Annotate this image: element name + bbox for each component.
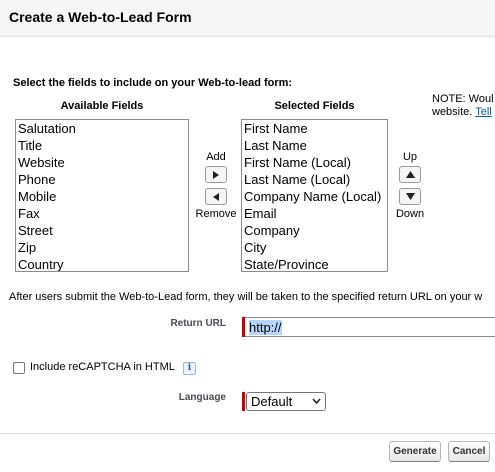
language-select[interactable]: Default (246, 392, 326, 411)
list-item[interactable]: First Name (242, 120, 387, 137)
generate-button[interactable]: Generate (389, 441, 441, 462)
list-item[interactable]: Zip (16, 239, 188, 256)
note-line-1: NOTE: Woul (432, 93, 494, 105)
list-item[interactable]: Fax (16, 205, 188, 222)
list-item[interactable]: Email (242, 205, 387, 222)
list-item[interactable]: Mobile (16, 188, 188, 205)
recaptcha-label: Include reCAPTCHA in HTML (30, 361, 175, 373)
return-url-input[interactable]: http:// (245, 317, 495, 337)
available-fields-heading: Available Fields (60, 100, 144, 112)
return-url-value: http:// (249, 320, 282, 335)
return-url-label: Return URL (170, 318, 226, 329)
add-label: Add (206, 151, 226, 163)
field-selection-instruction: Select the fields to include on your Web… (13, 77, 293, 89)
footer-divider (0, 433, 495, 434)
language-selected-value: Default (251, 394, 293, 409)
move-down-button[interactable] (399, 188, 421, 205)
selected-fields-heading: Selected Fields (274, 100, 355, 112)
arrow-left-icon (213, 192, 219, 201)
cancel-button[interactable]: Cancel (448, 441, 490, 462)
note-line-2: website. Tell (432, 106, 492, 118)
selected-fields-list[interactable]: First Name Last Name First Name (Local) Las… (241, 119, 388, 272)
required-indicator (242, 392, 245, 411)
chevron-down-icon (312, 398, 321, 404)
list-item[interactable]: Street (16, 222, 188, 239)
list-item[interactable]: Company (242, 222, 387, 239)
page-header: Create a Web-to-Lead Form (0, 0, 495, 37)
list-item[interactable]: First Name (Local) (242, 154, 387, 171)
list-item[interactable]: Website (16, 154, 188, 171)
remove-label: Remove (195, 208, 237, 220)
list-item[interactable]: Last Name (Local) (242, 171, 387, 188)
list-item[interactable]: Phone (16, 171, 188, 188)
list-item[interactable]: Country (16, 256, 188, 271)
available-fields-list[interactable]: Salutation Title Website Phone Mobile Fax Stre… (15, 119, 189, 272)
remove-button[interactable] (205, 188, 227, 205)
page-title: Create a Web-to-Lead Form (9, 9, 192, 25)
list-item[interactable]: City (242, 239, 387, 256)
list-item[interactable]: State/Province (242, 256, 387, 271)
note-text: NOTE: Woul website. Tell (432, 93, 494, 119)
list-item[interactable]: Title (16, 137, 188, 154)
list-item[interactable]: Salutation (16, 120, 188, 137)
recaptcha-checkbox[interactable] (13, 362, 25, 374)
down-label: Down (395, 208, 425, 220)
note-link[interactable]: Tell (475, 106, 492, 118)
arrow-right-icon (213, 170, 219, 179)
list-item[interactable]: Company Name (Local) (242, 188, 387, 205)
up-label: Up (402, 151, 418, 163)
move-up-button[interactable] (399, 166, 421, 183)
arrow-up-icon (405, 171, 415, 178)
info-icon[interactable]: i (183, 362, 196, 375)
add-button[interactable] (205, 166, 227, 183)
language-label: Language (178, 392, 226, 403)
return-url-description: After users submit the Web-to-Lead form,… (9, 291, 483, 303)
arrow-down-icon (405, 193, 415, 200)
list-item[interactable]: Last Name (242, 137, 387, 154)
